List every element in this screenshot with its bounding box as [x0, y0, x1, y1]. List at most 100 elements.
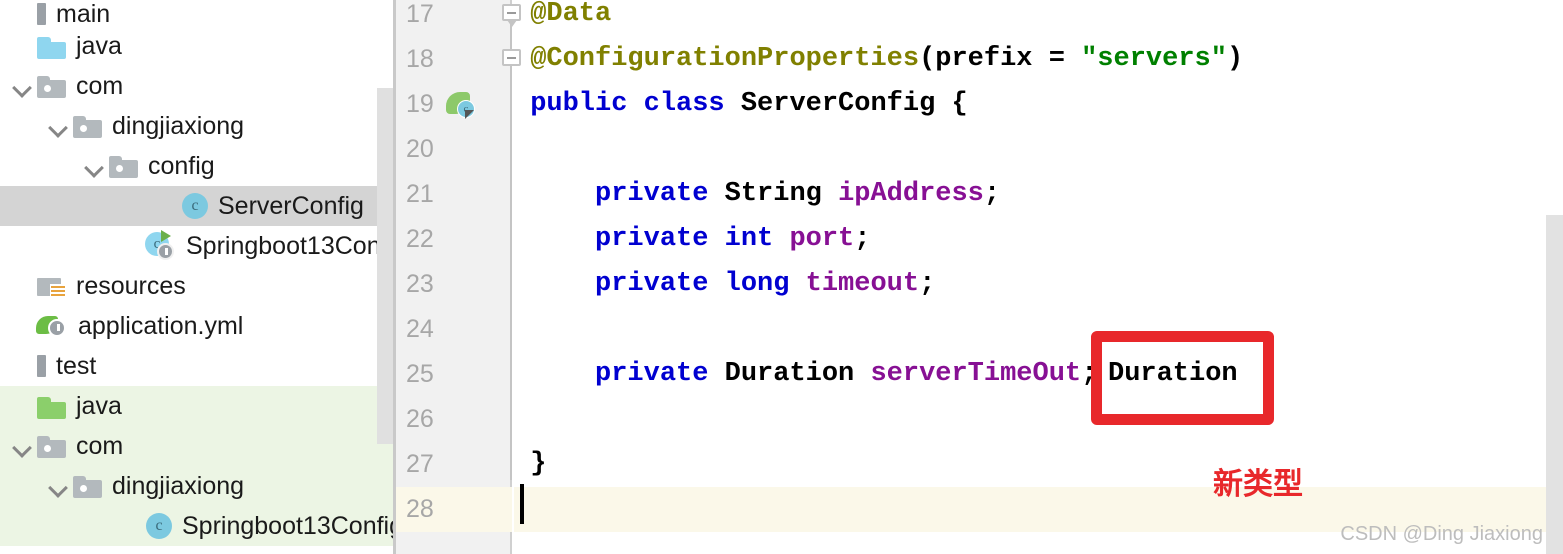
- line-number: 27: [406, 450, 434, 478]
- tree-item-test[interactable]: test: [0, 346, 396, 386]
- java-class-icon: c: [144, 511, 174, 541]
- tree-item-label: test: [56, 351, 97, 380]
- tree-item-springboot13configu[interactable]: c Springboot13Configu: [0, 226, 396, 266]
- code-text-area[interactable]: @Data @ConfigurationProperties(prefix = …: [514, 0, 1563, 554]
- tree-item-label: java: [76, 391, 122, 420]
- tree-item-serverconfig[interactable]: c ServerConfig: [0, 186, 396, 226]
- gutter-line-20[interactable]: 20: [396, 127, 512, 172]
- expand-spacer: [118, 233, 144, 259]
- spring-bean-gutter-icon[interactable]: c: [446, 92, 476, 120]
- code-token: ipAddress: [838, 179, 984, 209]
- sidebar-scrollbar-thumb[interactable]: [377, 88, 393, 444]
- chevron-down-icon[interactable]: [46, 473, 72, 499]
- tree-item-label: main: [56, 0, 111, 28]
- code-token: ): [1226, 44, 1244, 74]
- package-folder-icon: [36, 73, 68, 99]
- line-number: 26: [406, 405, 434, 433]
- tree-item-label: com: [76, 71, 124, 100]
- code-line-23[interactable]: private long timeout;: [514, 262, 1563, 307]
- code-token: (: [919, 44, 936, 74]
- tree-item-config[interactable]: config: [0, 146, 396, 186]
- tree-item-com[interactable]: com: [0, 426, 396, 466]
- code-line-22[interactable]: private int port;: [514, 217, 1563, 262]
- gutter-line-22[interactable]: 22: [396, 217, 512, 262]
- gutter-line-26[interactable]: 26: [396, 397, 512, 442]
- tree-item-springboot13configu[interactable]: c Springboot13Configu: [0, 506, 396, 546]
- code-line-19[interactable]: public class ServerConfig {: [514, 82, 1563, 127]
- tree-item-label: com: [76, 431, 124, 460]
- tree-item-label: java: [76, 31, 122, 60]
- code-line-20[interactable]: [514, 127, 1563, 172]
- expand-spacer: [10, 1, 36, 27]
- code-token: =: [1048, 44, 1082, 74]
- gutter-line-23[interactable]: 23: [396, 262, 512, 307]
- gutter-line-18[interactable]: 18: [396, 37, 512, 82]
- tree-item-dingjiaxiong[interactable]: dingjiaxiong: [0, 106, 396, 146]
- code-line-18[interactable]: @ConfigurationProperties(prefix = "serve…: [514, 37, 1563, 82]
- project-tree-panel[interactable]: main java com dingjiaxiong config c ServerConf…: [0, 0, 396, 554]
- gutter-line-27[interactable]: 27: [396, 442, 512, 487]
- code-token: private: [595, 224, 725, 254]
- code-token: @Data: [530, 0, 612, 29]
- watermark-text: CSDN @Ding Jiaxiong: [1340, 523, 1543, 545]
- class-badge-shape: c: [182, 193, 208, 219]
- class-badge-shape: c: [146, 513, 172, 539]
- editor-gutter[interactable]: 17 18 19 20 21 22 23 24 25 26 27 28 c: [396, 0, 521, 554]
- package-folder-icon: [72, 473, 104, 499]
- line-number: 18: [406, 45, 434, 73]
- code-line-17[interactable]: @Data: [514, 0, 1563, 37]
- gutter-line-21[interactable]: 21: [396, 172, 512, 217]
- code-line-26[interactable]: [514, 397, 1563, 442]
- line-number: 24: [406, 315, 434, 343]
- fold-region-line: [510, 10, 512, 480]
- line-number: 21: [406, 180, 434, 208]
- gutter-line-28[interactable]: 28: [396, 487, 512, 532]
- source-folder-blue-icon: [36, 33, 68, 59]
- gutter-line-24[interactable]: 24: [396, 307, 512, 352]
- code-line-24[interactable]: [514, 307, 1563, 352]
- tree-item-resources[interactable]: resources: [0, 266, 396, 306]
- code-line-21[interactable]: private String ipAddress;: [514, 172, 1563, 217]
- tree-item-java[interactable]: java: [0, 386, 396, 426]
- line-number: 19: [406, 90, 434, 118]
- folder-tab-shape: [73, 116, 86, 122]
- code-token: "servers": [1081, 44, 1227, 74]
- chevron-down-icon[interactable]: [46, 113, 72, 139]
- expand-spacer: [10, 273, 36, 299]
- code-token: String: [724, 179, 839, 209]
- line-number: 28: [406, 495, 434, 523]
- tree-item-application-yml[interactable]: application.yml: [0, 306, 396, 346]
- source-folder-green-icon: [36, 393, 68, 419]
- tree-item-label: resources: [76, 271, 186, 300]
- tree-item-com[interactable]: com: [0, 66, 396, 106]
- code-token: Duration: [724, 359, 871, 389]
- line-number: 17: [406, 0, 434, 28]
- gutter-line-25[interactable]: 25: [396, 352, 512, 397]
- code-token: private: [595, 269, 725, 299]
- code-line-27[interactable]: }: [514, 442, 1563, 487]
- code-token: port: [789, 224, 855, 254]
- expand-spacer: [10, 33, 36, 59]
- code-token: public: [530, 89, 644, 119]
- code-token: private: [595, 359, 725, 389]
- editor-area[interactable]: 17 18 19 20 21 22 23 24 25 26 27 28 c @Data @Config…: [396, 0, 1563, 554]
- code-line-25[interactable]: private Duration serverTimeOut;: [514, 352, 1563, 397]
- chevron-down-icon[interactable]: [82, 153, 108, 179]
- line-number: 20: [406, 135, 434, 163]
- gear-shape: [157, 243, 174, 260]
- tree-item-label: ServerConfig: [218, 191, 364, 220]
- code-token: {: [951, 89, 968, 119]
- expand-spacer: [154, 193, 180, 219]
- tree-item-dingjiaxiong[interactable]: dingjiaxiong: [0, 466, 396, 506]
- chevron-down-icon[interactable]: [10, 433, 36, 459]
- tree-item-java[interactable]: java: [0, 26, 396, 66]
- tree-item-label: Springboot13Configu: [186, 231, 396, 260]
- gutter-line-17[interactable]: 17: [396, 0, 512, 37]
- resource-lines-shape: [50, 284, 66, 298]
- editor-scrollbar-thumb[interactable]: [1546, 215, 1563, 554]
- tree-item-label: Springboot13Configu: [182, 511, 396, 540]
- expand-spacer: [118, 513, 144, 539]
- text-caret: [520, 484, 524, 524]
- resources-folder-icon: [36, 273, 68, 299]
- chevron-down-icon[interactable]: [10, 73, 36, 99]
